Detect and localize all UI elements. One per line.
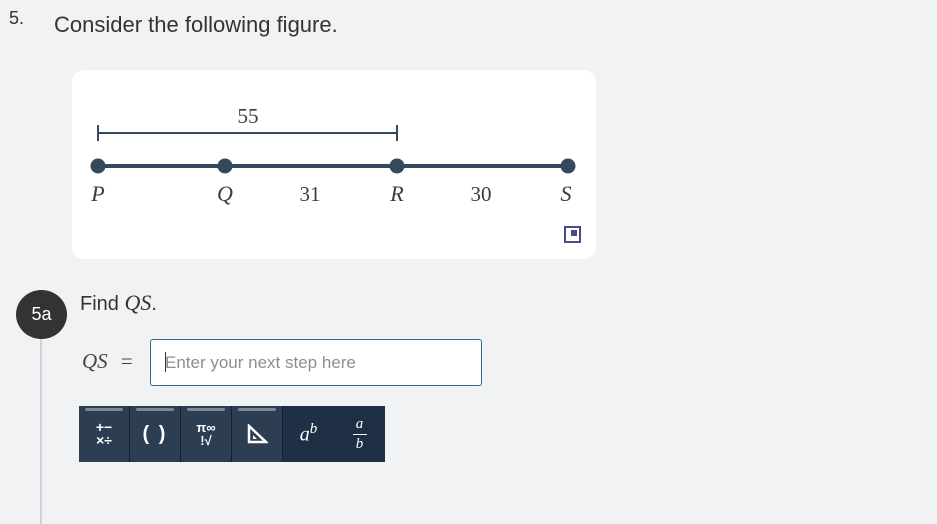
fraction-icon: a b	[352, 416, 367, 452]
part-badge: 5a	[16, 290, 67, 339]
exponent-button[interactable]: ab	[283, 406, 334, 462]
answer-label-var: QS	[82, 349, 108, 373]
question-title: Consider the following figure.	[54, 12, 338, 37]
symbols-button[interactable]: π∞ !√	[181, 406, 232, 462]
operators-icon: +− ×÷	[95, 419, 113, 448]
math-toolbar: +− ×÷ ( ) π∞ !√ ab a b	[79, 406, 385, 462]
label-s: S	[561, 181, 572, 206]
label-r: R	[389, 181, 404, 206]
prompt-text: Find	[80, 293, 119, 315]
brace-label: 55	[238, 104, 259, 128]
answer-input[interactable]	[150, 339, 482, 386]
text-caret	[165, 352, 166, 372]
expand-figure-icon[interactable]	[564, 226, 581, 243]
label-q: Q	[217, 181, 233, 206]
answer-label: QS =	[82, 349, 133, 374]
point-p	[90, 158, 106, 174]
point-r	[389, 158, 405, 174]
parentheses-button[interactable]: ( )	[130, 406, 181, 462]
answer-label-eq: =	[120, 349, 133, 373]
point-q	[217, 158, 233, 174]
pi-infinity-icon: π∞ !√	[196, 420, 216, 448]
parentheses-icon: ( )	[142, 422, 168, 445]
label-p: P	[90, 181, 104, 206]
exponent-icon: ab	[299, 421, 318, 446]
part-prompt: Find QS.	[80, 290, 157, 316]
prompt-math: QS	[124, 290, 152, 315]
point-s	[560, 158, 576, 174]
segment-qr-length: 31	[300, 182, 321, 206]
triangle-icon	[247, 424, 268, 444]
prompt-period: .	[151, 293, 157, 315]
part-rail	[40, 330, 42, 524]
segment-rs-length: 30	[471, 182, 492, 206]
question-number: 5.	[9, 8, 25, 28]
figure-card: 55 P Q R S 31 30	[72, 70, 596, 259]
operators-button[interactable]: +− ×÷	[79, 406, 130, 462]
fraction-button[interactable]: a b	[334, 406, 385, 462]
number-line-figure: 55 P Q R S 31 30	[90, 104, 576, 206]
geometry-button[interactable]	[232, 406, 283, 462]
